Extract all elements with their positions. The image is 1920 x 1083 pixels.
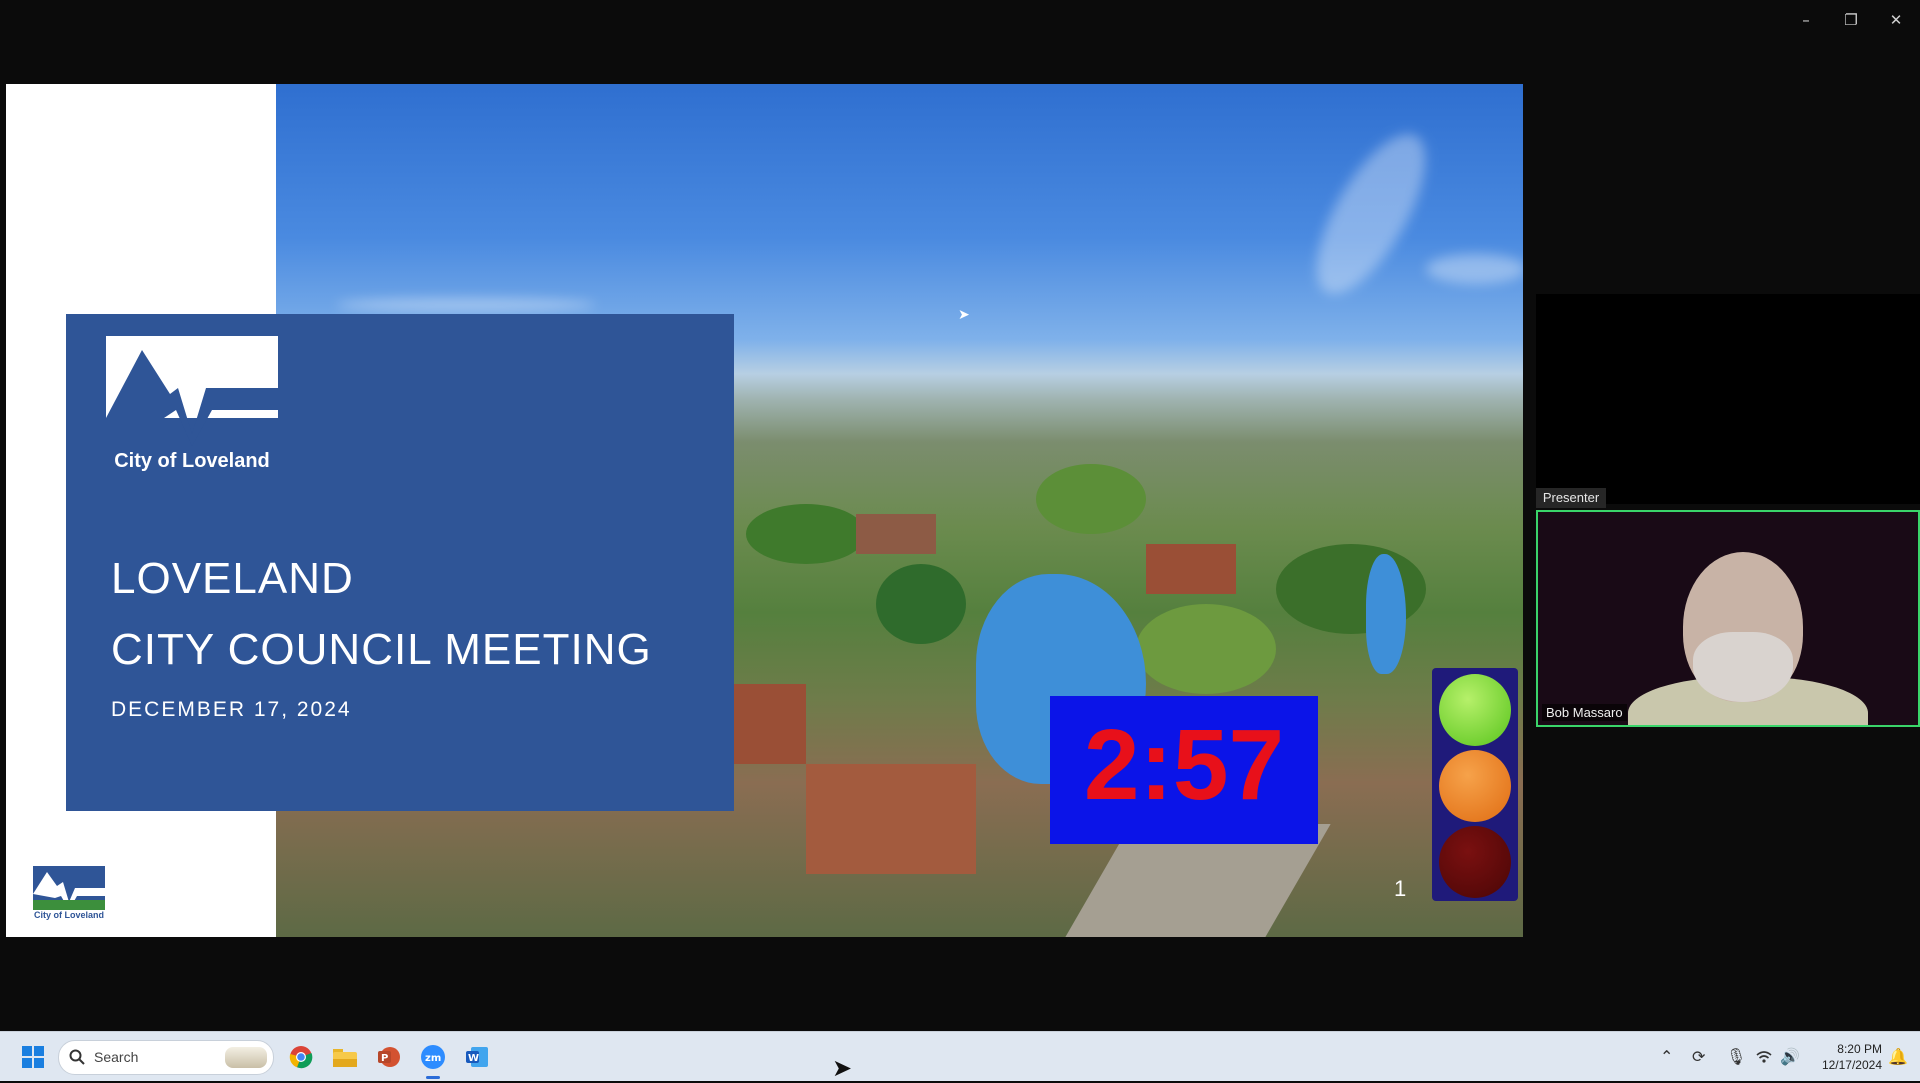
- city-of-loveland-logo: City of Loveland: [106, 336, 278, 474]
- svg-text:zm: zm: [425, 1053, 441, 1064]
- green-light: [1439, 674, 1511, 746]
- search-highlight-image: [225, 1047, 267, 1068]
- search-icon: [69, 1049, 85, 1065]
- sync-icon[interactable]: ⟳: [1692, 1032, 1705, 1081]
- clock-time: 8:20 PM: [1837, 1042, 1882, 1056]
- small-city-logo: City of Loveland: [33, 866, 105, 922]
- wifi-icon[interactable]: [1756, 1032, 1772, 1081]
- presenter-label: Presenter: [1536, 488, 1606, 508]
- slide-number: 1: [1394, 876, 1407, 901]
- word-icon[interactable]: W: [462, 1032, 492, 1081]
- slide-date: DECEMBER 17, 2024: [111, 698, 352, 721]
- search-placeholder: Search: [94, 1049, 139, 1065]
- traffic-light: [1432, 668, 1518, 901]
- small-mountain-logo-icon: [33, 866, 105, 910]
- slide-title-line-1: LOVELAND: [111, 554, 354, 603]
- restore-button[interactable]: ❐: [1831, 8, 1871, 32]
- zoom-icon[interactable]: zm: [418, 1032, 448, 1081]
- small-logo-label: City of Loveland: [33, 910, 104, 920]
- clock-date: 12/17/2024: [1821, 1058, 1882, 1072]
- taskbar: Search P zm W ➤ ⌃ ⟳ 🎙 🔊 8:20 PM 12/17/20…: [0, 1031, 1920, 1082]
- powerpoint-icon[interactable]: P: [374, 1032, 404, 1081]
- logo-label: City of Loveland: [114, 450, 270, 472]
- volume-icon[interactable]: 🔊: [1780, 1032, 1800, 1081]
- windows-start-icon[interactable]: [18, 1032, 48, 1081]
- participant-name: Bob Massaro: [1542, 704, 1627, 721]
- svg-text:W: W: [468, 1053, 479, 1064]
- minimize-button[interactable]: –: [1786, 8, 1826, 32]
- taskbar-clock[interactable]: 8:20 PM 12/17/2024: [1812, 1041, 1882, 1073]
- amber-light: [1439, 750, 1511, 822]
- participant-panel: [1536, 294, 1920, 504]
- shared-slide: City of Loveland LOVELAND CITY COUNCIL M…: [6, 84, 1523, 937]
- timer-value: 2:57: [1083, 709, 1285, 821]
- close-button[interactable]: ✕: [1876, 8, 1916, 32]
- show-hidden-icons-icon[interactable]: ⌃: [1660, 1032, 1673, 1081]
- microphone-icon[interactable]: 🎙: [1726, 1032, 1746, 1081]
- person-beard: [1693, 632, 1793, 702]
- chrome-icon[interactable]: [286, 1032, 316, 1081]
- countdown-timer: 2:57: [1050, 696, 1318, 844]
- red-light: [1439, 826, 1511, 898]
- notification-bell-icon[interactable]: 🔔: [1888, 1032, 1908, 1081]
- taskbar-search[interactable]: Search: [58, 1040, 274, 1075]
- slide-title-line-2: CITY COUNCIL MEETING: [111, 625, 652, 674]
- file-explorer-icon[interactable]: [330, 1032, 360, 1081]
- title-panel: City of Loveland LOVELAND CITY COUNCIL M…: [66, 314, 734, 811]
- mountain-logo-icon: [106, 350, 278, 446]
- presenter-video[interactable]: Bob Massaro: [1536, 510, 1920, 727]
- svg-text:P: P: [381, 1053, 388, 1064]
- mouse-cursor-icon: ➤: [832, 1055, 853, 1082]
- mouse-pointer-icon: ➤: [958, 306, 970, 322]
